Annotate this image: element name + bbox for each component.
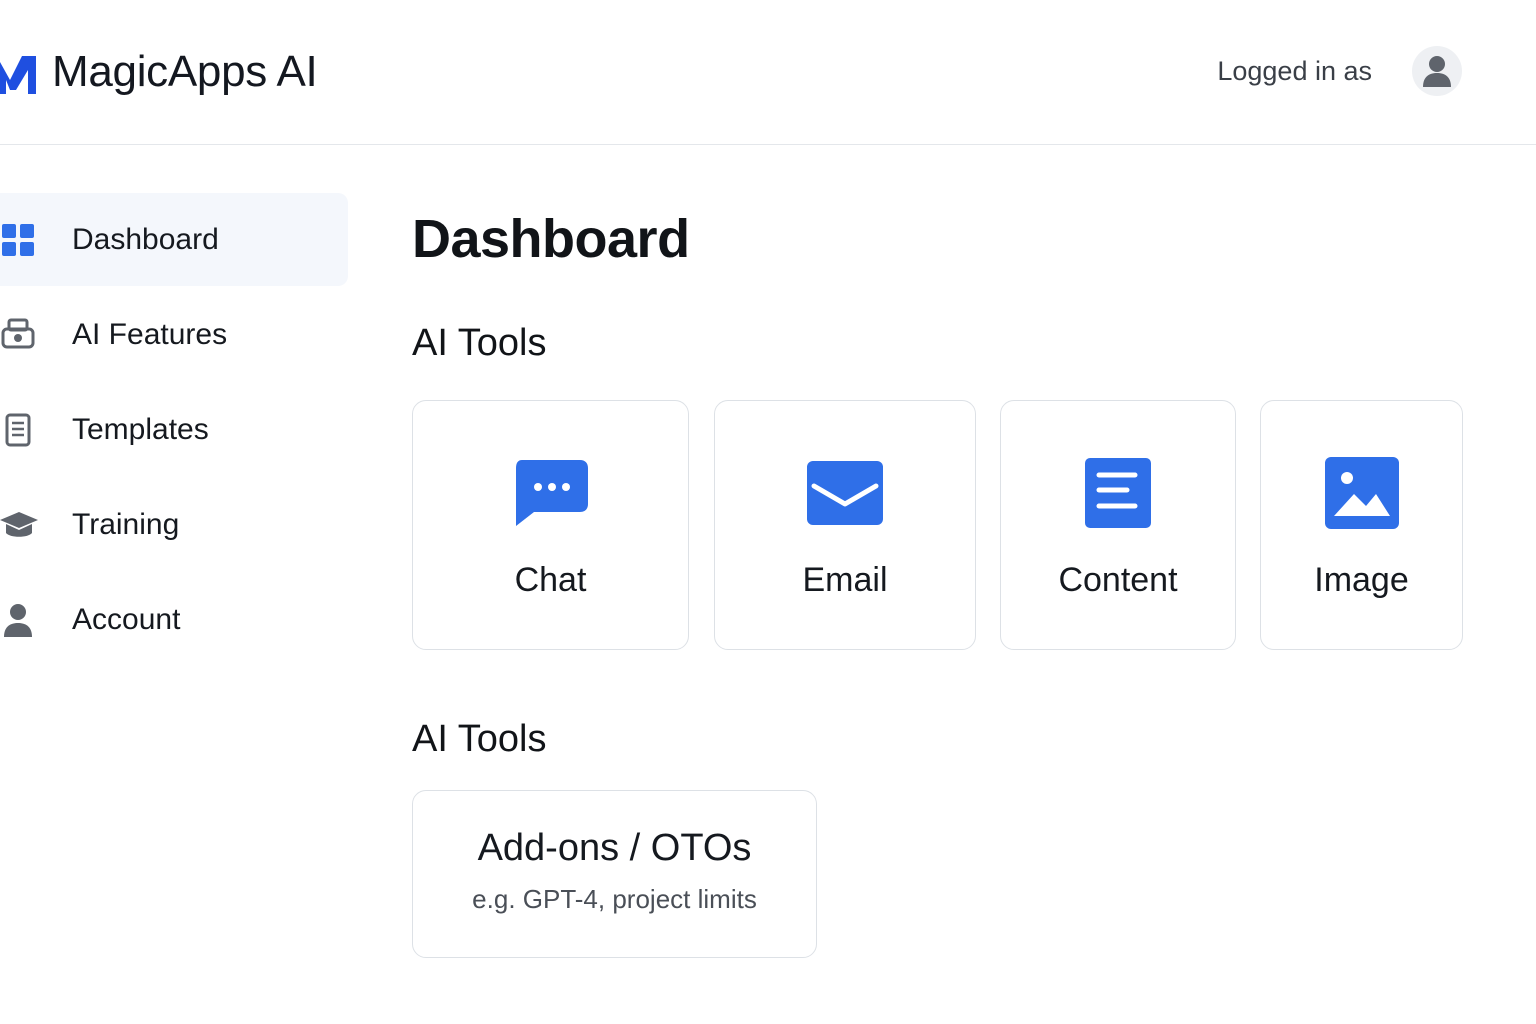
graduation-cap-icon xyxy=(0,505,40,545)
addons-card[interactable]: Add-ons / OTOs e.g. GPT-4, project limit… xyxy=(412,790,817,958)
envelope-icon xyxy=(805,453,885,533)
sidebar-item-label: Training xyxy=(72,507,180,541)
addons-title: Add-ons / OTOs xyxy=(477,827,752,869)
tool-card-image[interactable]: Image xyxy=(1260,400,1463,650)
tool-label: Chat xyxy=(514,561,587,599)
sidebar-item-account[interactable]: Account xyxy=(0,573,348,666)
tool-label: Email xyxy=(802,561,888,599)
sidebar-item-training[interactable]: Training xyxy=(0,478,348,571)
image-icon xyxy=(1322,453,1402,533)
avatar[interactable] xyxy=(1412,46,1462,96)
section-title: AI Tools xyxy=(412,718,547,760)
grid-icon xyxy=(0,220,40,260)
tool-card-content[interactable]: Content xyxy=(1000,400,1236,650)
brand[interactable]: MagicApps AI xyxy=(0,44,318,100)
main-content: Dashboard AI Tools Chat Email Content Im… xyxy=(412,200,1492,958)
printer-icon xyxy=(0,315,40,355)
sidebar-item-label: AI Features xyxy=(72,317,228,351)
tool-label: Image xyxy=(1314,561,1409,599)
logged-in-label: Logged in as xyxy=(1217,55,1372,86)
top-header: MagicApps AI Logged in as xyxy=(0,0,1536,145)
user-icon xyxy=(0,600,40,640)
brand-logo-icon xyxy=(0,56,36,94)
tool-label: Content xyxy=(1058,561,1178,599)
sidebar-item-ai-features[interactable]: AI Features xyxy=(0,288,348,381)
user-avatar-icon xyxy=(1423,56,1451,87)
page-title: Dashboard xyxy=(412,209,690,269)
chat-bubble-icon xyxy=(511,453,591,533)
addons-subtitle: e.g. GPT-4, project limits xyxy=(472,884,757,914)
content-doc-icon xyxy=(1078,453,1158,533)
sidebar-item-dashboard[interactable]: Dashboard xyxy=(0,193,348,286)
tool-card-chat[interactable]: Chat xyxy=(412,400,689,650)
sidebar-item-templates[interactable]: Templates xyxy=(0,383,348,476)
document-icon xyxy=(0,410,40,450)
brand-name: MagicApps AI xyxy=(52,47,318,96)
user-area: Logged in as xyxy=(1217,46,1462,96)
tool-card-email[interactable]: Email xyxy=(714,400,976,650)
section-title: AI Tools xyxy=(412,322,547,364)
sidebar: Dashboard AI Features Templates Training… xyxy=(0,193,348,668)
sidebar-item-label: Dashboard xyxy=(72,222,219,256)
sidebar-item-label: Account xyxy=(72,602,181,636)
sidebar-item-label: Templates xyxy=(72,412,209,446)
